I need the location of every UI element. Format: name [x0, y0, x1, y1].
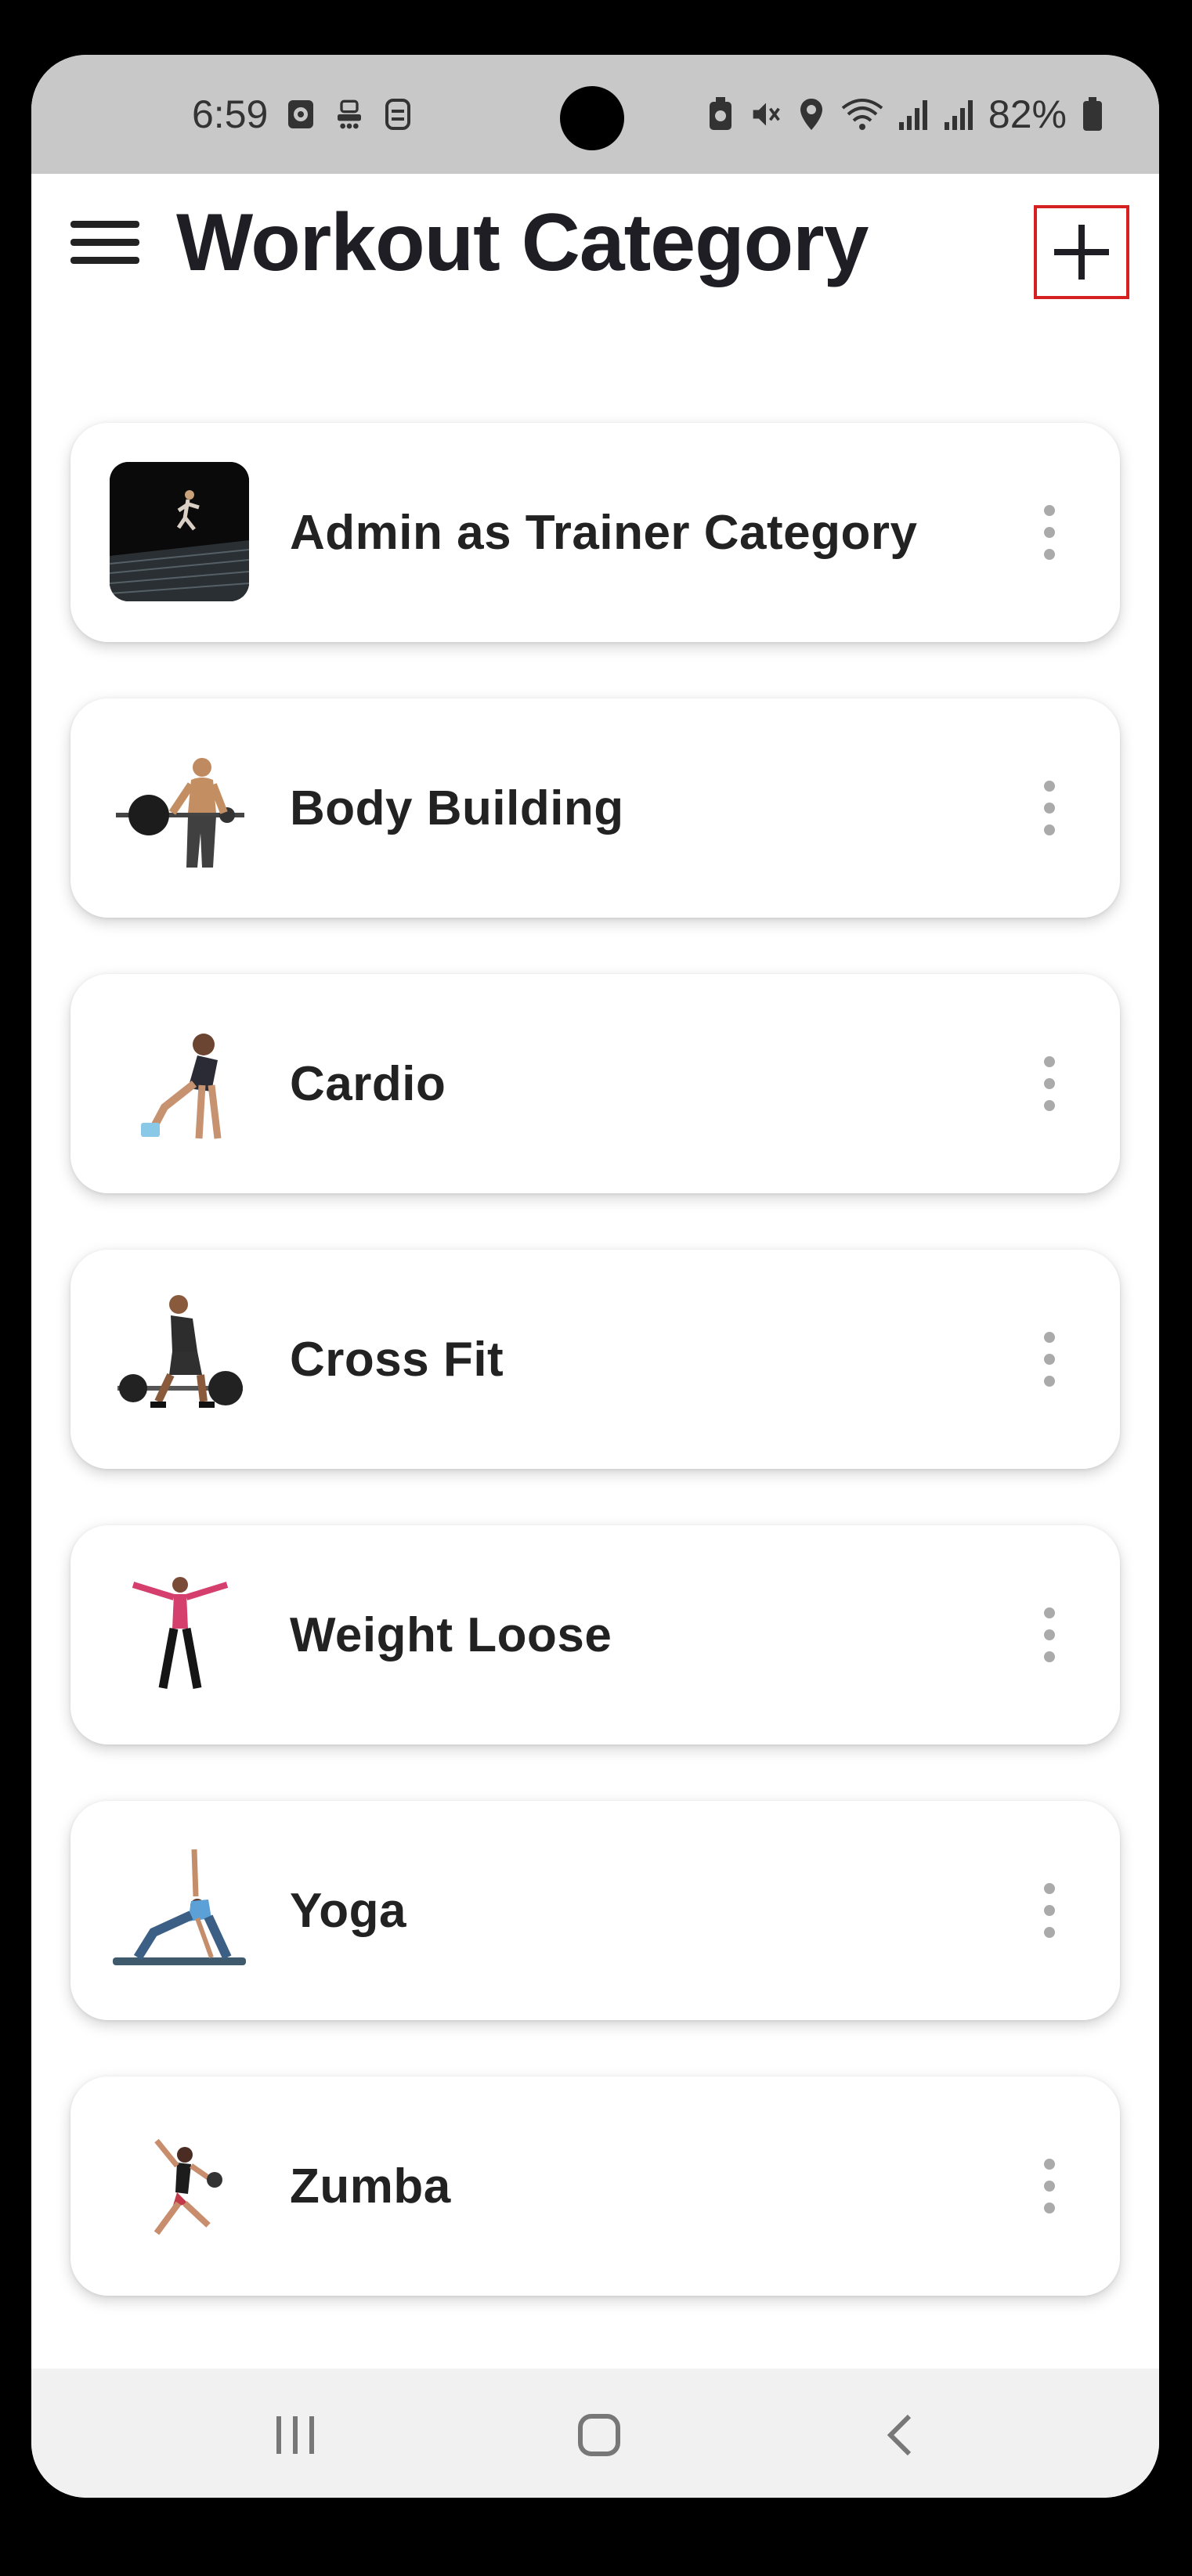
signal-icon-1 — [898, 96, 929, 133]
more-options-icon[interactable] — [1034, 1607, 1065, 1662]
home-icon[interactable] — [564, 2400, 634, 2470]
status-time: 6:59 — [192, 92, 269, 136]
category-card[interactable]: Weight Loose — [70, 1525, 1120, 1744]
location-icon — [796, 96, 827, 133]
status-bar: 6:59 82% — [31, 55, 1159, 174]
page-title: Workout Category — [176, 197, 869, 288]
category-label: Body Building — [290, 781, 624, 835]
more-options-icon[interactable] — [1034, 1056, 1065, 1111]
status-right: 82% — [705, 55, 1104, 174]
category-card[interactable]: Zumba — [70, 2076, 1120, 2296]
battery-saver-icon — [705, 96, 736, 133]
category-label: Cross Fit — [290, 1332, 504, 1387]
category-card[interactable]: Yoga — [70, 1801, 1120, 2020]
signal-icon-2 — [943, 96, 974, 133]
category-card[interactable]: Body Building — [70, 698, 1120, 918]
more-options-icon[interactable] — [1034, 505, 1065, 560]
category-label: Cardio — [290, 1056, 446, 1111]
hamburger-menu-icon[interactable] — [70, 215, 141, 269]
app-bar: Workout Category — [31, 174, 1159, 307]
category-label: Weight Loose — [290, 1607, 612, 1662]
runner-dark-photo — [110, 462, 249, 601]
category-label: Admin as Trainer Category — [290, 505, 918, 560]
recents-icon[interactable] — [260, 2400, 331, 2470]
battery-percent: 82% — [988, 92, 1067, 136]
add-category-button[interactable] — [1034, 205, 1129, 299]
robot-icon — [334, 96, 365, 133]
front-camera — [560, 86, 624, 150]
clock-app-icon — [285, 96, 316, 133]
more-options-icon[interactable] — [1034, 781, 1065, 835]
bodybuilder-barbell-photo — [110, 738, 249, 877]
phone-frame: 6:59 82% Workout Category Admin as Train… — [0, 0, 1192, 2576]
status-left: 6:59 — [192, 55, 414, 174]
mute-icon — [750, 96, 782, 133]
sim-icon — [382, 96, 414, 133]
battery-icon — [1081, 96, 1104, 133]
wifi-icon — [841, 96, 883, 133]
more-options-icon[interactable] — [1034, 1332, 1065, 1387]
yoga-triangle-photo — [110, 1840, 249, 1979]
dance-woman-photo — [110, 2116, 249, 2255]
deadlift-man-photo — [110, 1289, 249, 1428]
category-label: Zumba — [290, 2159, 451, 2213]
category-label: Yoga — [290, 1883, 406, 1938]
category-card[interactable]: Admin as Trainer Category — [70, 423, 1120, 642]
screen: 6:59 82% Workout Category Admin as Train… — [31, 55, 1159, 2498]
back-icon[interactable] — [865, 2400, 936, 2470]
plus-icon — [1054, 225, 1109, 280]
system-nav-bar — [31, 2369, 1159, 2498]
plank-woman-photo — [110, 1013, 249, 1153]
jumping-jack-woman-photo — [110, 1564, 249, 1704]
category-card[interactable]: Cardio — [70, 974, 1120, 1193]
more-options-icon[interactable] — [1034, 2159, 1065, 2213]
category-card[interactable]: Cross Fit — [70, 1250, 1120, 1469]
more-options-icon[interactable] — [1034, 1883, 1065, 1938]
